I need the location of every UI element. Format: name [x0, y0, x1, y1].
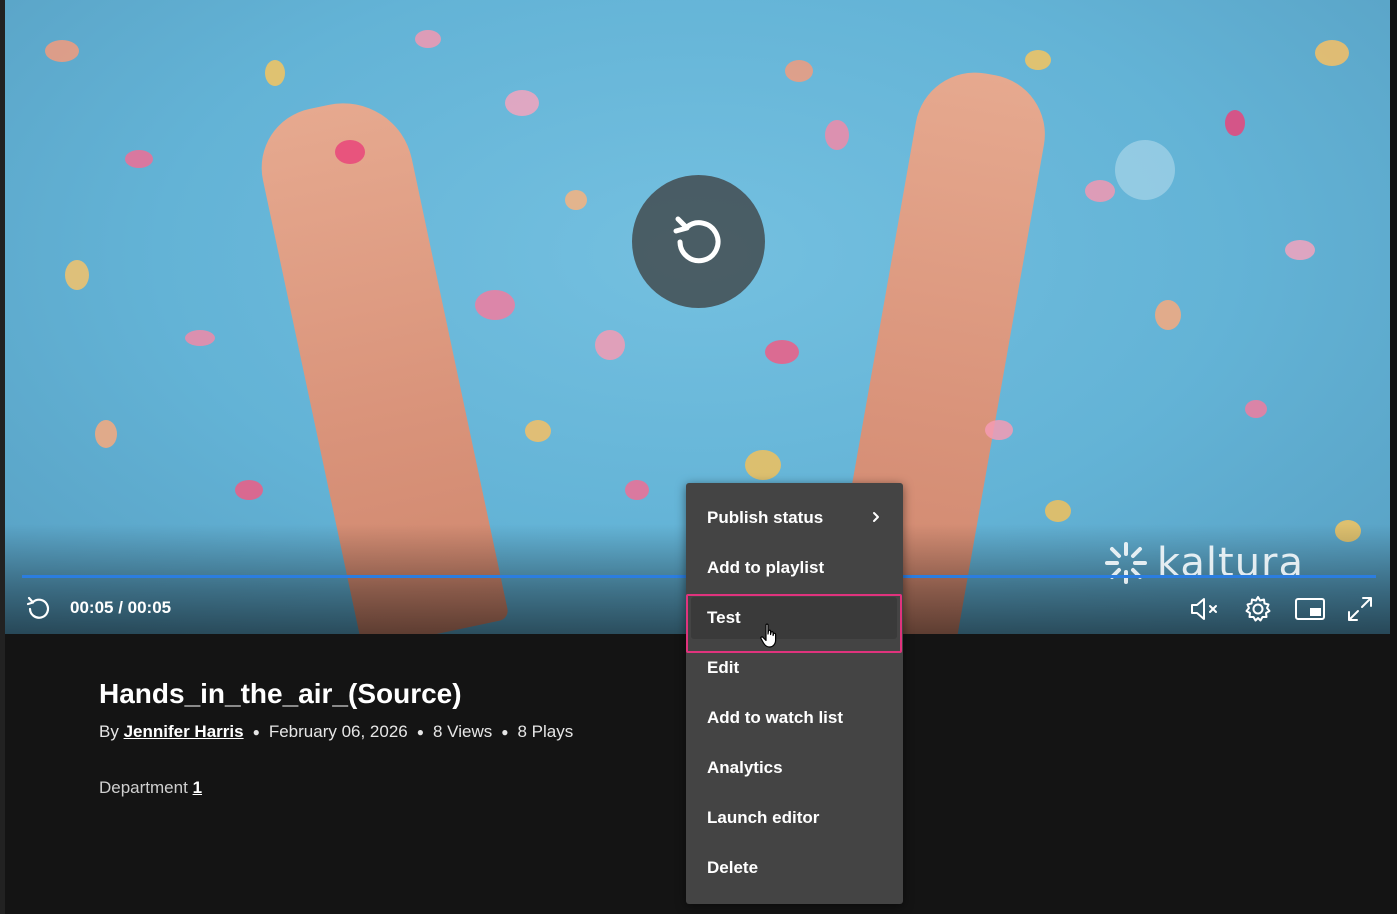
- confetti: [125, 150, 153, 168]
- confetti: [625, 480, 649, 500]
- department-field: Department 1: [99, 778, 573, 798]
- department-label: Department: [99, 778, 188, 797]
- watermark-text: kaltura: [1156, 540, 1304, 586]
- author-prefix: By Jennifer Harris: [99, 722, 244, 742]
- menu-item-test[interactable]: Test: [686, 597, 903, 639]
- menu-item-label: Test: [707, 608, 741, 627]
- menu-item-analytics[interactable]: Analytics: [686, 747, 903, 789]
- menu-item-add-to-watch-list[interactable]: Add to watch list: [686, 697, 903, 739]
- confetti: [505, 90, 539, 116]
- fullscreen-button[interactable]: [1343, 592, 1377, 626]
- separator-dot: ●: [252, 725, 260, 739]
- entry-date: February 06, 2026: [268, 722, 408, 741]
- menu-item-launch-editor[interactable]: Launch editor: [686, 797, 903, 839]
- confetti: [235, 480, 263, 500]
- menu-item-label: Edit: [707, 658, 740, 677]
- confetti: [1115, 140, 1175, 200]
- separator-dot: ●: [416, 725, 424, 739]
- confetti: [525, 420, 551, 442]
- mute-button[interactable]: [1189, 592, 1223, 626]
- confetti: [825, 120, 849, 150]
- author-link[interactable]: Jennifer Harris: [124, 722, 244, 741]
- menu-item-label: Add to playlist: [707, 558, 825, 577]
- entry-meta: By Jennifer Harris ● February 06, 2026 ●…: [99, 722, 573, 742]
- menu-item-publish-status[interactable]: Publish status: [686, 497, 903, 539]
- plays-count: 8 Plays: [517, 722, 574, 741]
- confetti: [65, 260, 89, 290]
- confetti: [595, 330, 625, 360]
- picture-in-picture-button[interactable]: [1293, 592, 1327, 626]
- entry-details: Hands_in_the_air_(Source) By Jennifer Ha…: [99, 674, 573, 798]
- volume-muted-icon: [1191, 598, 1217, 620]
- confetti: [785, 60, 813, 82]
- menu-item-label: Delete: [707, 858, 759, 877]
- kaltura-watermark: kaltura: [1103, 540, 1304, 586]
- menu-item-label: Publish status: [707, 508, 824, 527]
- views-count: 8 Views: [433, 722, 493, 741]
- confetti: [45, 40, 79, 62]
- kaltura-logo-icon: [1104, 542, 1147, 584]
- actions-menu: Publish status Add to playlist Test Edit…: [686, 483, 903, 904]
- confetti: [95, 420, 117, 448]
- confetti: [1245, 400, 1267, 418]
- department-link[interactable]: 1: [193, 778, 202, 797]
- confetti: [765, 340, 799, 364]
- replay-button[interactable]: [22, 592, 56, 626]
- separator-dot: ●: [501, 725, 509, 739]
- menu-item-add-to-playlist[interactable]: Add to playlist: [686, 547, 903, 589]
- confetti: [475, 290, 515, 320]
- settings-button[interactable]: [1241, 592, 1275, 626]
- confetti: [335, 140, 365, 164]
- replay-icon: [673, 216, 720, 263]
- confetti: [1315, 40, 1349, 66]
- confetti: [1155, 300, 1181, 330]
- confetti: [745, 450, 781, 480]
- menu-item-label: Launch editor: [707, 808, 820, 827]
- time-display: 00:05 / 00:05: [70, 598, 172, 617]
- confetti: [185, 330, 215, 346]
- replay-icon: [26, 596, 50, 619]
- confetti: [265, 60, 285, 86]
- entry-title: Hands_in_the_air_(Source): [99, 678, 462, 709]
- confetti: [1285, 240, 1315, 260]
- confetti: [1045, 500, 1071, 522]
- menu-item-edit[interactable]: Edit: [686, 647, 903, 689]
- chevron-right-icon: [873, 512, 879, 522]
- hand-cursor-icon: [760, 623, 777, 648]
- menu-item-label: Analytics: [707, 758, 783, 777]
- confetti: [1225, 110, 1245, 136]
- menu-item-label: Add to watch list: [707, 708, 843, 727]
- media-page: kaltura 00:05 / 00:05 Hands_in_the_air_(…: [0, 0, 1397, 914]
- replay-button-large[interactable]: [632, 175, 765, 308]
- gear-icon: [1245, 596, 1271, 622]
- confetti: [1025, 50, 1051, 70]
- by-label: By: [99, 722, 119, 741]
- confetti: [415, 30, 441, 48]
- picture-in-picture-icon: [1295, 598, 1325, 620]
- confetti: [985, 420, 1013, 440]
- confetti: [1085, 180, 1115, 202]
- confetti: [565, 190, 587, 210]
- fullscreen-icon: [1348, 597, 1372, 621]
- menu-item-delete[interactable]: Delete: [686, 847, 903, 889]
